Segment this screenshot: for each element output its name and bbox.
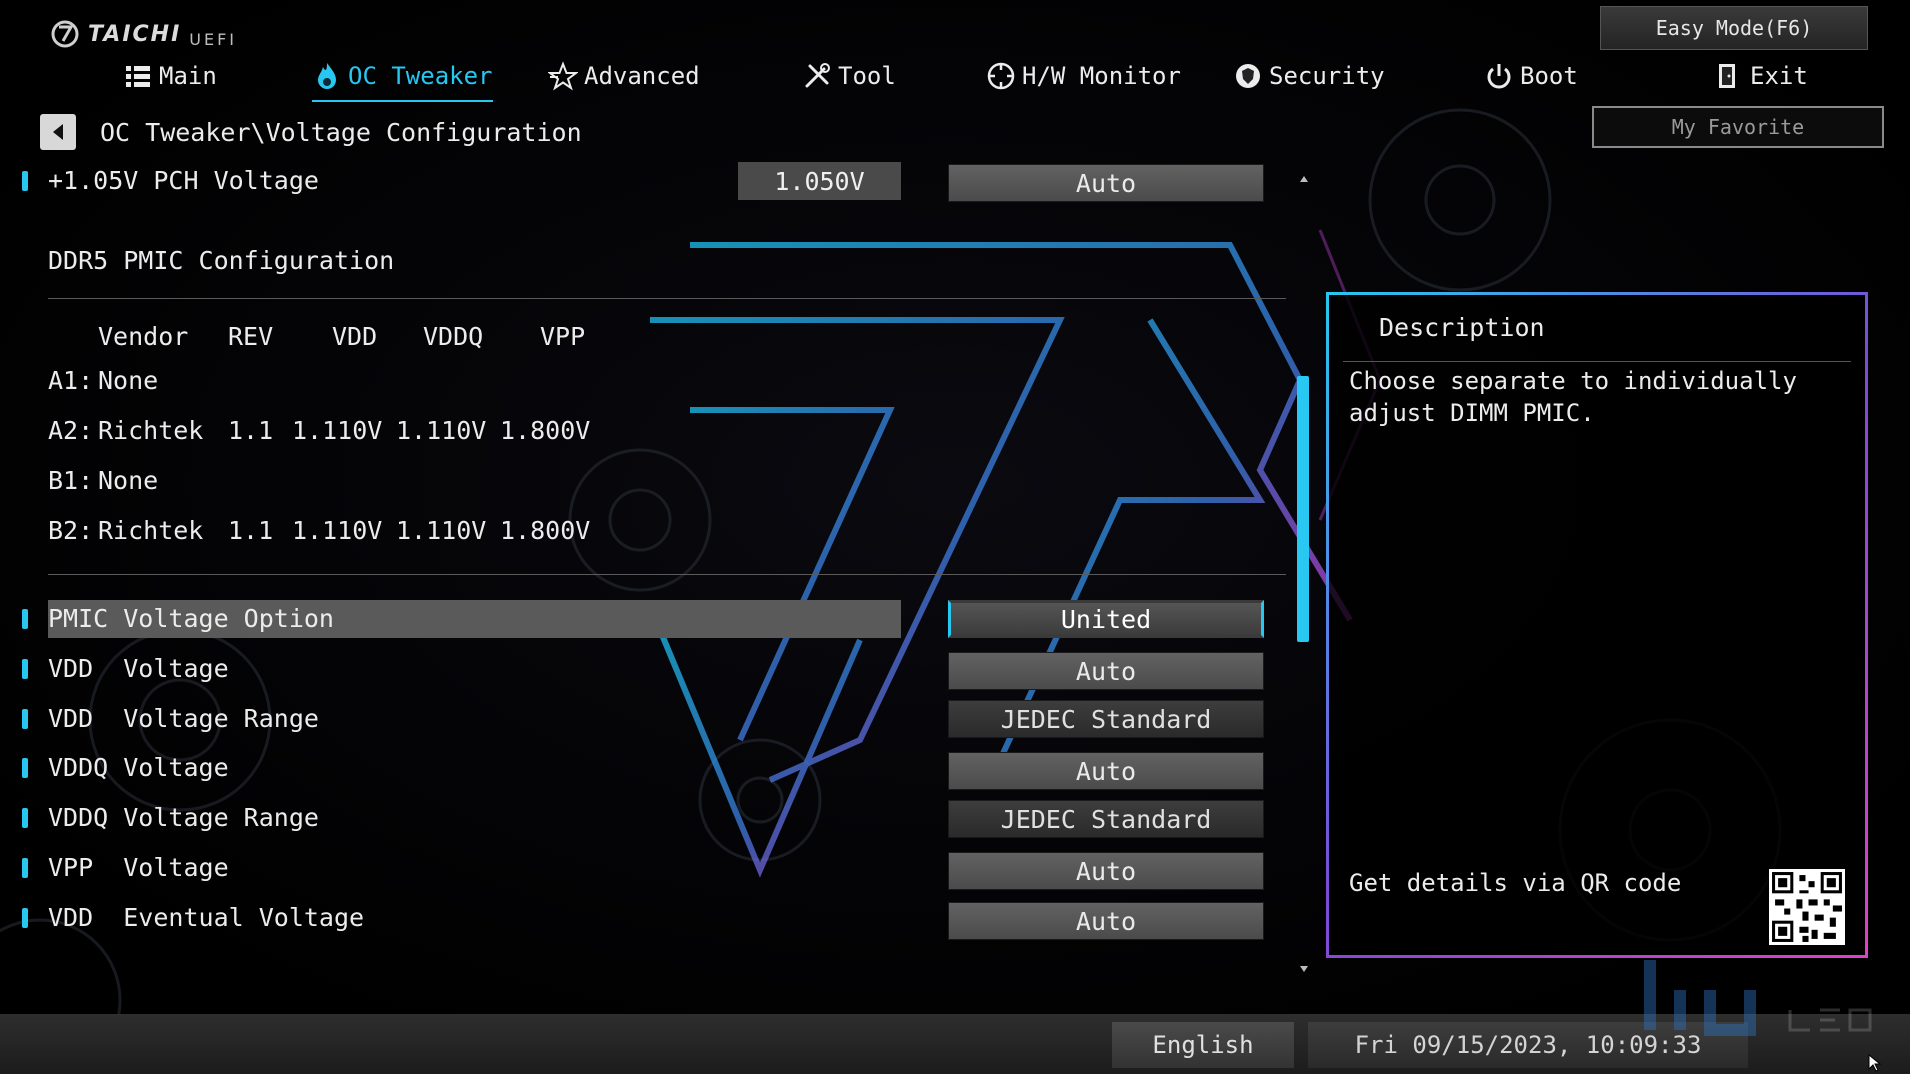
- row-marker: [22, 858, 28, 878]
- tab-boot-label: Boot: [1520, 62, 1578, 90]
- pmic-vpp: 1.800V: [500, 516, 591, 545]
- pmic-rev: 1.1: [228, 516, 274, 545]
- pmic-vddq: 1.110V: [396, 416, 487, 445]
- scrollbar-thumb[interactable]: [1297, 376, 1309, 642]
- description-body: Choose separate to individually adjust D…: [1349, 367, 1797, 427]
- my-favorite-button[interactable]: My Favorite: [1592, 106, 1884, 148]
- setting-label-vdd-voltage[interactable]: VDD Voltage: [48, 650, 229, 688]
- qr-code-caption: Get details via QR code: [1349, 869, 1682, 897]
- setting-label-pmic-voltage-option[interactable]: PMIC Voltage Option: [48, 600, 334, 638]
- scroll-up-icon: [1300, 176, 1308, 182]
- pmic-vendor: Richtek: [98, 516, 204, 545]
- pmic-header-vddq: VDDQ: [423, 322, 484, 351]
- pmic-vendor: None: [98, 466, 159, 495]
- pmic-header-vdd: VDD: [332, 322, 378, 351]
- pmic-section-title: DDR5 PMIC Configuration: [48, 246, 395, 275]
- description-panel: Description Choose separate to individua…: [1326, 292, 1868, 958]
- setting-label-vddq-voltage[interactable]: VDDQ Voltage: [48, 749, 229, 787]
- pch-voltage-label: +1.05V PCH Voltage: [48, 166, 319, 195]
- setting-label-vpp-voltage[interactable]: VPP Voltage: [48, 849, 229, 887]
- exit-door-icon: [1719, 64, 1735, 88]
- qr-code-icon: [1769, 869, 1845, 945]
- scroll-up-arrow[interactable]: [1297, 172, 1311, 186]
- pch-voltage-option[interactable]: Auto: [948, 164, 1264, 202]
- easy-mode-button[interactable]: Easy Mode(F6): [1600, 6, 1868, 50]
- pmic-slot: B2:: [48, 516, 94, 545]
- tab-boot[interactable]: Boot: [1484, 54, 1578, 98]
- divider: [48, 298, 1286, 299]
- divider: [1343, 361, 1851, 362]
- description-title: Description: [1379, 313, 1545, 342]
- pmic-slot: A2:: [48, 416, 94, 445]
- pmic-slot: B1:: [48, 466, 94, 495]
- watermark-logo-icon: [1644, 960, 1872, 1036]
- settings-list: +1.05V PCH Voltage 1.050V Auto DDR5 PMIC…: [0, 0, 1320, 1010]
- divider: [48, 574, 1286, 575]
- tab-exit-label: Exit: [1750, 62, 1808, 90]
- pmic-slot: A1:: [48, 366, 94, 395]
- row-marker: [22, 758, 28, 778]
- tab-exit[interactable]: Exit: [1714, 54, 1808, 98]
- language-button[interactable]: English: [1112, 1022, 1294, 1068]
- row-marker: [22, 808, 28, 828]
- setting-label-vdd-eventual-voltage[interactable]: VDD Eventual Voltage: [48, 899, 364, 937]
- row-marker: [22, 609, 28, 629]
- option-vddq-voltage[interactable]: Auto: [948, 752, 1264, 790]
- pmic-vendor: None: [98, 366, 159, 395]
- scroll-down-arrow[interactable]: [1297, 962, 1311, 976]
- pmic-header-rev: REV: [228, 322, 274, 351]
- row-marker: [22, 659, 28, 679]
- pch-voltage-value: 1.050V: [738, 162, 901, 200]
- option-vdd-voltage[interactable]: Auto: [948, 652, 1264, 690]
- setting-label-vdd-voltage-range[interactable]: VDD Voltage Range: [48, 700, 319, 738]
- pmic-rev: 1.1: [228, 416, 274, 445]
- pmic-header-vendor: Vendor: [98, 322, 189, 351]
- pmic-vpp: 1.800V: [500, 416, 591, 445]
- option-vdd-eventual-voltage[interactable]: Auto: [948, 902, 1264, 940]
- option-vdd-voltage-range[interactable]: JEDEC Standard: [948, 700, 1264, 738]
- option-pmic-voltage-option[interactable]: United: [948, 600, 1264, 638]
- mouse-cursor-icon: [1868, 1054, 1882, 1072]
- power-icon: [1487, 64, 1511, 89]
- row-marker: [22, 709, 28, 729]
- option-vpp-voltage[interactable]: Auto: [948, 852, 1264, 890]
- row-marker: [22, 171, 28, 191]
- pmic-vddq: 1.110V: [396, 516, 487, 545]
- scroll-down-icon: [1300, 966, 1308, 972]
- pmic-header-vpp: VPP: [540, 322, 586, 351]
- pmic-vendor: Richtek: [98, 416, 204, 445]
- pmic-vdd: 1.110V: [292, 416, 383, 445]
- pmic-vdd: 1.110V: [292, 516, 383, 545]
- option-vddq-voltage-range[interactable]: JEDEC Standard: [948, 800, 1264, 838]
- setting-label-vddq-voltage-range[interactable]: VDDQ Voltage Range: [48, 799, 319, 837]
- row-marker: [22, 908, 28, 928]
